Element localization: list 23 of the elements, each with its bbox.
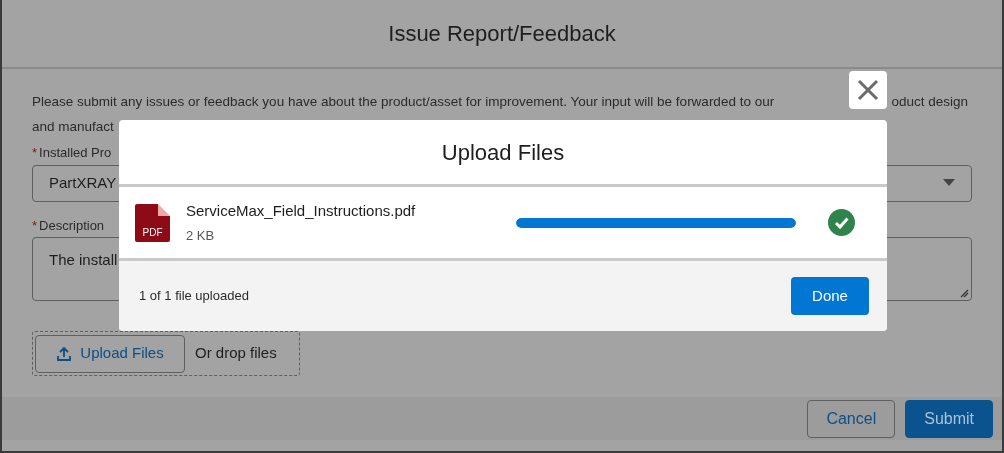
dialog-title: Issue Report/Feedback xyxy=(388,20,616,48)
field-label: Installed Pro xyxy=(39,144,112,162)
cancel-button[interactable]: Cancel xyxy=(807,399,896,438)
intro-text: Please submit any issues or feedback you have about the product/asset for improvement. Your input will be forwarded to our xyxy=(32,93,775,111)
submit-button[interactable]: Submit xyxy=(905,399,993,438)
done-button[interactable]: Done xyxy=(791,277,869,315)
file-size: 2 KB xyxy=(186,226,216,245)
intro-text: and manufact xyxy=(32,118,115,136)
modal-title: Upload Files xyxy=(441,138,565,167)
file-icon: PDF xyxy=(135,203,170,242)
upload-files-button[interactable]: Upload Files xyxy=(35,334,185,373)
required-icon: * xyxy=(32,215,38,235)
close-icon xyxy=(857,79,879,101)
drop-hint: Or drop files xyxy=(195,343,277,364)
upload-status: 1 of 1 file uploaded xyxy=(139,287,249,306)
upload-icon xyxy=(56,345,73,362)
close-button[interactable] xyxy=(849,71,887,109)
field-label: Description xyxy=(39,216,105,235)
required-icon: * xyxy=(32,143,38,163)
resize-handle-icon xyxy=(960,289,969,298)
caret-icon xyxy=(943,179,955,187)
intro-text: oduct design xyxy=(891,93,968,111)
file-name: ServiceMax_Field_Instructions.pdf xyxy=(186,201,417,221)
